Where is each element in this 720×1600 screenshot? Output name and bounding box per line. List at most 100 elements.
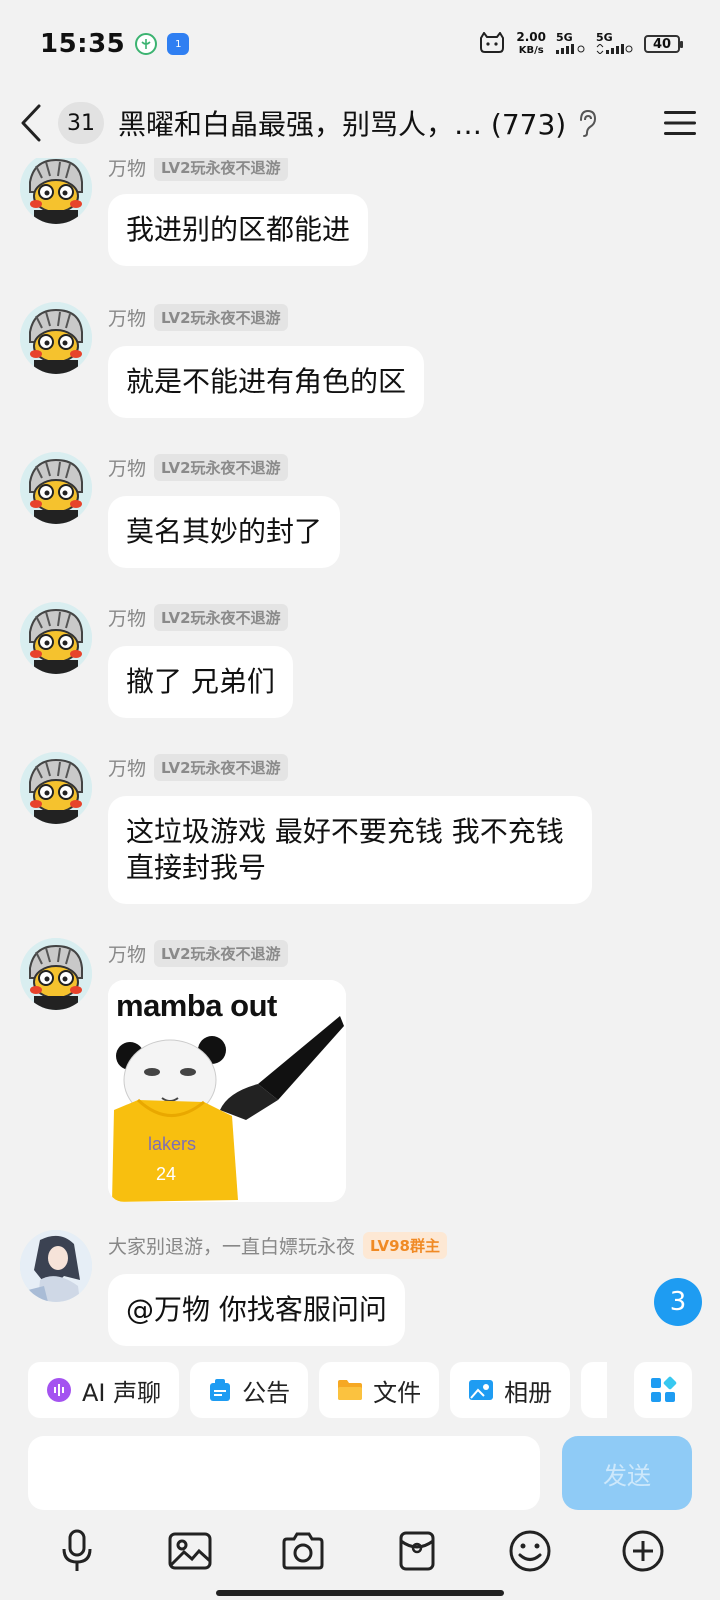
- status-bar: 15:35 1 2.00 KB/s 5G 5G 40: [0, 0, 720, 88]
- image-icon: [168, 1532, 212, 1570]
- chat-header: 31 黑曜和白晶最强，别骂人，… (773): [0, 88, 720, 158]
- red-packet-icon: [399, 1531, 435, 1571]
- hamburger-icon: [664, 111, 696, 135]
- sender-row: 万物 LV2玩永夜不退游: [108, 604, 288, 631]
- message-list[interactable]: 万物 LV2玩永夜不退游 我进别的区都能进 万物 LV2玩永夜不退游 就是不能进…: [0, 158, 720, 1348]
- quick-action-announcement[interactable]: 公告: [190, 1362, 309, 1418]
- sim1-signal: 5G: [556, 30, 586, 57]
- input-toolbar: [0, 1520, 720, 1582]
- new-message-count-button[interactable]: 3: [654, 1278, 702, 1326]
- message-bubble[interactable]: 就是不能进有角色的区: [108, 346, 425, 418]
- back-button[interactable]: [20, 101, 54, 145]
- signal-bars-icon: [596, 42, 633, 55]
- folder-icon: [338, 1380, 363, 1400]
- quick-action-label: 公告: [242, 1378, 291, 1407]
- quick-action-label: 文件: [373, 1378, 422, 1407]
- camera-button[interactable]: [275, 1523, 331, 1579]
- quick-action-album[interactable]: 相册: [450, 1362, 571, 1418]
- member-level-tag: LV2玩永夜不退游: [154, 940, 288, 967]
- chevron-left-icon: [21, 104, 41, 142]
- message-bubble[interactable]: 这垃圾游戏 最好不要充钱 我不充钱直接封我号: [108, 796, 592, 904]
- message-bubble[interactable]: 撤了 兄弟们: [108, 646, 293, 718]
- sim2-signal: 5G: [596, 30, 634, 57]
- unread-count-badge[interactable]: 31: [58, 102, 104, 144]
- message-input[interactable]: [28, 1436, 540, 1510]
- group-title[interactable]: 黑曜和白晶最强，别骂人，… (773): [118, 103, 566, 143]
- hotspot-icon: 1: [167, 33, 190, 55]
- sender-name[interactable]: 万物: [108, 158, 146, 181]
- cartoon-avatar-icon: [20, 752, 92, 824]
- meme-image-message[interactable]: mamba out lakers 24: [108, 980, 346, 1202]
- message-bubble[interactable]: 我进别的区都能进: [108, 194, 369, 266]
- ai-voice-icon: [47, 1378, 71, 1402]
- cartoon-avatar-icon: [20, 938, 92, 1010]
- sender-name[interactable]: 万物: [108, 604, 146, 631]
- app-notification-icon: [135, 33, 158, 55]
- status-time: 15:35: [40, 29, 126, 59]
- emoji-icon: [509, 1530, 551, 1572]
- album-icon: [469, 1380, 494, 1400]
- red-packet-button[interactable]: [389, 1523, 445, 1579]
- sim2-label: 5G: [596, 30, 613, 44]
- quick-action-label: AI 声聊: [82, 1378, 162, 1407]
- sender-name[interactable]: 万物: [108, 754, 146, 781]
- avatar[interactable]: [20, 752, 92, 824]
- camera-icon: [282, 1532, 324, 1570]
- member-level-tag: LV2玩永夜不退游: [154, 158, 288, 181]
- menu-button[interactable]: [660, 103, 700, 143]
- avatar[interactable]: [20, 452, 92, 524]
- network-speed: 2.00 KB/s: [516, 31, 546, 57]
- sim1-label: 5G: [556, 30, 573, 44]
- sender-row: 万物 LV2玩永夜不退游: [108, 158, 288, 181]
- sender-row: 万物 LV2玩永夜不退游: [108, 940, 288, 967]
- apps-grid-icon: [651, 1376, 677, 1402]
- avatar[interactable]: [20, 302, 92, 374]
- sender-name[interactable]: 大家别退游，一直白嫖玩永夜: [108, 1232, 355, 1259]
- quick-action-label: 相册: [504, 1378, 553, 1407]
- sender-row: 万物 LV2玩永夜不退游: [108, 304, 288, 331]
- meme-jersey-text: lakers: [148, 1134, 197, 1154]
- member-level-tag: LV2玩永夜不退游: [154, 304, 288, 331]
- image-picker-button[interactable]: [162, 1523, 218, 1579]
- anime-girl-avatar-icon: [20, 1230, 92, 1302]
- member-level-tag: LV2玩永夜不退游: [154, 604, 288, 631]
- more-options-button[interactable]: [615, 1523, 671, 1579]
- network-speed-unit: KB/s: [518, 45, 544, 56]
- member-level-tag: LV2玩永夜不退游: [154, 754, 288, 781]
- sender-row: 万物 LV2玩永夜不退游: [108, 754, 288, 781]
- emoji-button[interactable]: [502, 1523, 558, 1579]
- cartoon-avatar-icon: [20, 452, 92, 524]
- avatar[interactable]: [20, 602, 92, 674]
- plus-icon: [622, 1530, 664, 1572]
- voice-input-button[interactable]: [49, 1523, 105, 1579]
- cartoon-avatar-icon: [20, 602, 92, 674]
- sender-name[interactable]: 万物: [108, 940, 146, 967]
- cartoon-avatar-icon: [20, 158, 92, 224]
- cat-icon: [478, 30, 506, 57]
- member-level-tag: LV2玩永夜不退游: [154, 454, 288, 481]
- avatar[interactable]: [20, 1230, 92, 1302]
- sender-name[interactable]: 万物: [108, 304, 146, 331]
- home-indicator[interactable]: [216, 1590, 504, 1596]
- quick-action-ai-voice[interactable]: AI 声聊: [28, 1362, 180, 1418]
- message-bubble[interactable]: @万物 你找客服问问: [108, 1274, 405, 1346]
- earpiece-mode-icon[interactable]: [576, 106, 604, 140]
- message-bubble[interactable]: 莫名其妙的封了: [108, 496, 341, 568]
- group-owner-tag: LV98群主: [363, 1232, 447, 1259]
- announcement-icon: [210, 1379, 231, 1401]
- signal-bars-icon: [556, 43, 585, 54]
- microphone-icon: [62, 1529, 92, 1571]
- quick-actions: AI 声聊 公告 文件 相册: [28, 1362, 608, 1418]
- sender-row: 万物 LV2玩永夜不退游: [108, 454, 288, 481]
- cartoon-avatar-icon: [20, 302, 92, 374]
- sender-name[interactable]: 万物: [108, 454, 146, 481]
- avatar[interactable]: [20, 158, 92, 224]
- avatar[interactable]: [20, 938, 92, 1010]
- input-panel: AI 声聊 公告 文件 相册 发送: [0, 1348, 720, 1600]
- network-speed-value: 2.00: [516, 30, 546, 44]
- quick-action-files[interactable]: 文件: [319, 1362, 440, 1418]
- send-button[interactable]: 发送: [562, 1436, 692, 1510]
- quick-action-more-partial[interactable]: [581, 1362, 608, 1418]
- apps-grid-button[interactable]: [634, 1362, 692, 1418]
- meme-jersey-number: 24: [156, 1164, 177, 1184]
